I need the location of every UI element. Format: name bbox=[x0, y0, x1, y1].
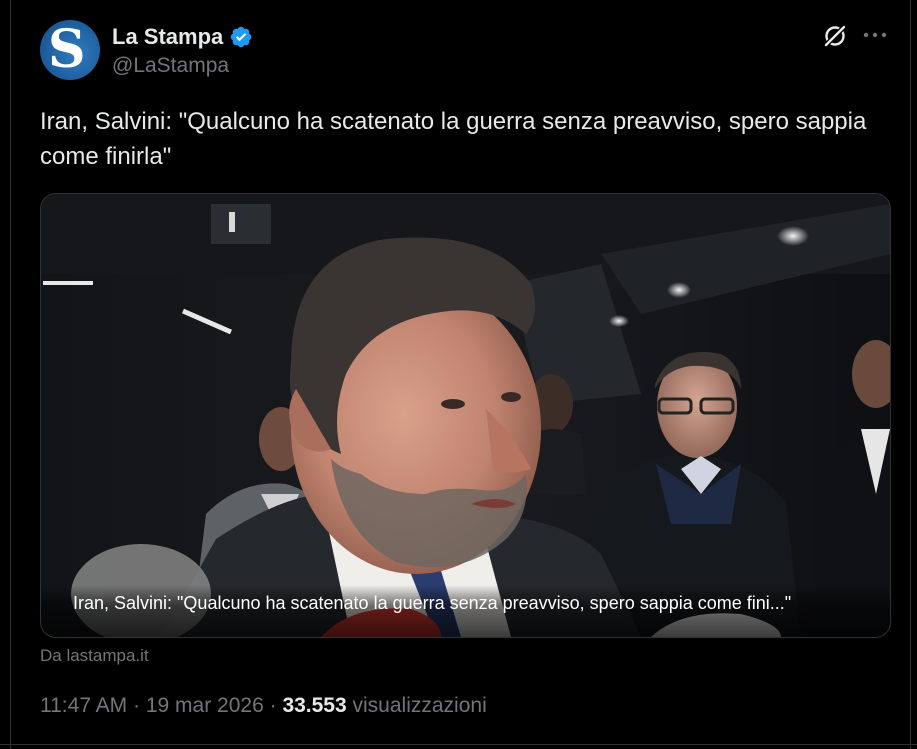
more-icon[interactable] bbox=[862, 28, 888, 42]
tweet-text: Iran, Salvini: "Qualcuno ha scatenato la… bbox=[40, 108, 867, 170]
meta-separator: · bbox=[127, 694, 146, 717]
media-card[interactable]: Iran, Salvini: "Qualcuno ha scatenato la… bbox=[40, 193, 891, 638]
tweet-meta: 11:47 AM · 19 mar 2026 · 33.553 visualiz… bbox=[40, 694, 487, 718]
author-display-name[interactable]: La Stampa bbox=[112, 24, 223, 50]
source-link[interactable]: Da lastampa.it bbox=[40, 646, 149, 666]
views-count: 33.553 bbox=[282, 694, 347, 717]
timeline-right-border bbox=[910, 0, 911, 749]
tweet-time[interactable]: 11:47 AM bbox=[40, 694, 127, 718]
media-caption: Iran, Salvini: "Qualcuno ha scatenato la… bbox=[73, 593, 792, 613]
avatar-letter: S bbox=[48, 20, 86, 80]
author-name-row[interactable]: La Stampa bbox=[112, 24, 253, 50]
tweet-date[interactable]: 19 mar 2026 bbox=[146, 694, 264, 718]
meta-separator-2: · bbox=[263, 694, 283, 717]
author-handle[interactable]: @LaStampa bbox=[112, 54, 229, 78]
tweet-bottom-divider bbox=[0, 744, 917, 745]
grok-icon[interactable] bbox=[821, 22, 849, 50]
tweet-container: S La Stampa @LaStampa Iran, Salvini: "Qu… bbox=[0, 0, 917, 749]
timeline-left-border bbox=[10, 0, 11, 749]
views-label: visualizzazioni bbox=[352, 694, 487, 717]
verified-badge-icon bbox=[231, 26, 252, 48]
video-thumbnail bbox=[41, 194, 890, 637]
avatar[interactable]: S bbox=[40, 20, 100, 80]
